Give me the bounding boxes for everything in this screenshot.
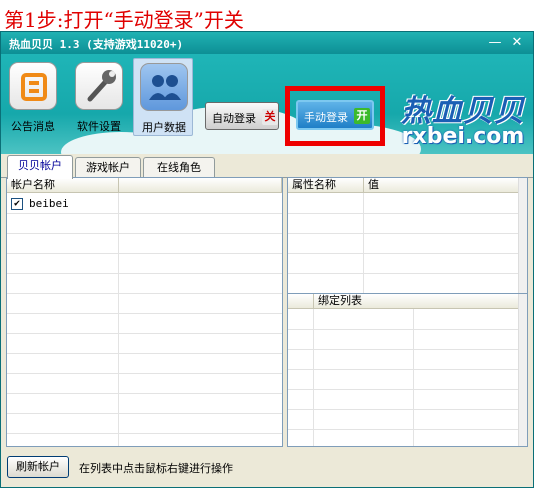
window-title: 热血贝贝 1.3 (支持游戏11020+): [9, 38, 184, 51]
column-header-value[interactable]: 值: [364, 178, 519, 193]
wrench-icon: [75, 62, 123, 110]
toolbar: 公告消息 软件设置 用户数据 自动登录 关 手动登录 开 热血贝贝 rxbei.…: [1, 54, 533, 154]
grid-line: [7, 293, 282, 294]
column-header-account-name[interactable]: 帐户名称: [7, 178, 119, 193]
column-header-blank[interactable]: [119, 178, 282, 193]
grid-line: [7, 313, 282, 314]
column-header-bind-list[interactable]: 绑定列表: [314, 294, 519, 309]
attributes-table[interactable]: 属性名称 值: [287, 177, 528, 295]
grid-line: [7, 213, 282, 214]
tab-online-roles[interactable]: 在线角色: [143, 157, 215, 177]
row-account-name: beibei: [29, 197, 69, 210]
logo-text-en: rxbei.com: [401, 124, 525, 149]
grid-line: [288, 389, 519, 390]
manual-login-state: 开: [354, 108, 370, 124]
row-checkbox[interactable]: ✔: [11, 198, 23, 210]
title-bar[interactable]: 热血贝贝 1.3 (支持游戏11020+) — ✕: [1, 32, 533, 54]
column-header-attribute-name[interactable]: 属性名称: [288, 178, 364, 193]
settings-label: 软件设置: [77, 120, 121, 133]
auto-login-state: 关: [262, 109, 278, 125]
auto-login-toggle[interactable]: 自动登录 关: [205, 102, 279, 130]
grid-line: [7, 373, 282, 374]
grid-line: [288, 253, 519, 254]
vertical-scrollbar[interactable]: [518, 178, 527, 294]
vertical-scrollbar[interactable]: [518, 294, 527, 446]
tab-beibei-accounts[interactable]: 贝贝帐户: [7, 155, 73, 179]
settings-tool-button[interactable]: 软件设置: [69, 62, 129, 134]
notice-icon: [9, 62, 57, 110]
auto-login-label: 自动登录: [212, 112, 256, 125]
bind-list-table[interactable]: 绑定列表: [287, 293, 528, 447]
hint-text: 在列表中点击鼠标右键进行操作: [79, 462, 233, 475]
grid-line: [118, 193, 119, 446]
grid-line: [288, 329, 519, 330]
grid-line: [288, 213, 519, 214]
grid-line: [288, 429, 519, 430]
grid-line: [7, 233, 282, 234]
refresh-accounts-button[interactable]: 刷新帐户: [7, 456, 69, 478]
grid-line: [7, 413, 282, 414]
step-caption: 第1步:打开“手动登录”开关: [4, 8, 244, 32]
grid-line: [288, 409, 519, 410]
tab-game-accounts[interactable]: 游戏帐户: [75, 157, 141, 177]
grid-line: [7, 253, 282, 254]
grid-line: [7, 273, 282, 274]
grid-line: [7, 393, 282, 394]
grid-line: [288, 369, 519, 370]
brand-logo: 热血贝贝 rxbei.com: [401, 86, 525, 154]
grid-line: [363, 193, 364, 294]
grid-line: [288, 349, 519, 350]
grid-line: [7, 333, 282, 334]
manual-login-label: 手动登录: [304, 111, 348, 124]
grid-line: [7, 433, 282, 434]
column-header-blank[interactable]: [288, 294, 314, 309]
grid-line: [7, 353, 282, 354]
close-icon[interactable]: ✕: [509, 35, 525, 51]
screenshot: 第1步:打开“手动登录”开关 热血贝贝 1.3 (支持游戏11020+) — ✕…: [0, 0, 534, 488]
grid-line: [288, 233, 519, 234]
app-window: 热血贝贝 1.3 (支持游戏11020+) — ✕ 公告消息 软件设置 用户数据…: [0, 31, 534, 488]
userdata-label: 用户数据: [142, 121, 186, 134]
grid-line: [288, 273, 519, 274]
notice-tool-button[interactable]: 公告消息: [3, 62, 63, 134]
manual-login-toggle[interactable]: 手动登录 开: [296, 100, 374, 130]
tab-strip: 贝贝帐户 游戏帐户 在线角色: [1, 154, 533, 179]
users-icon: [140, 63, 188, 111]
notice-label: 公告消息: [11, 120, 55, 133]
userdata-tool-button[interactable]: 用户数据: [133, 58, 193, 136]
minimize-icon[interactable]: —: [487, 35, 503, 51]
accounts-table[interactable]: 帐户名称 ✔ beibei: [6, 177, 283, 447]
